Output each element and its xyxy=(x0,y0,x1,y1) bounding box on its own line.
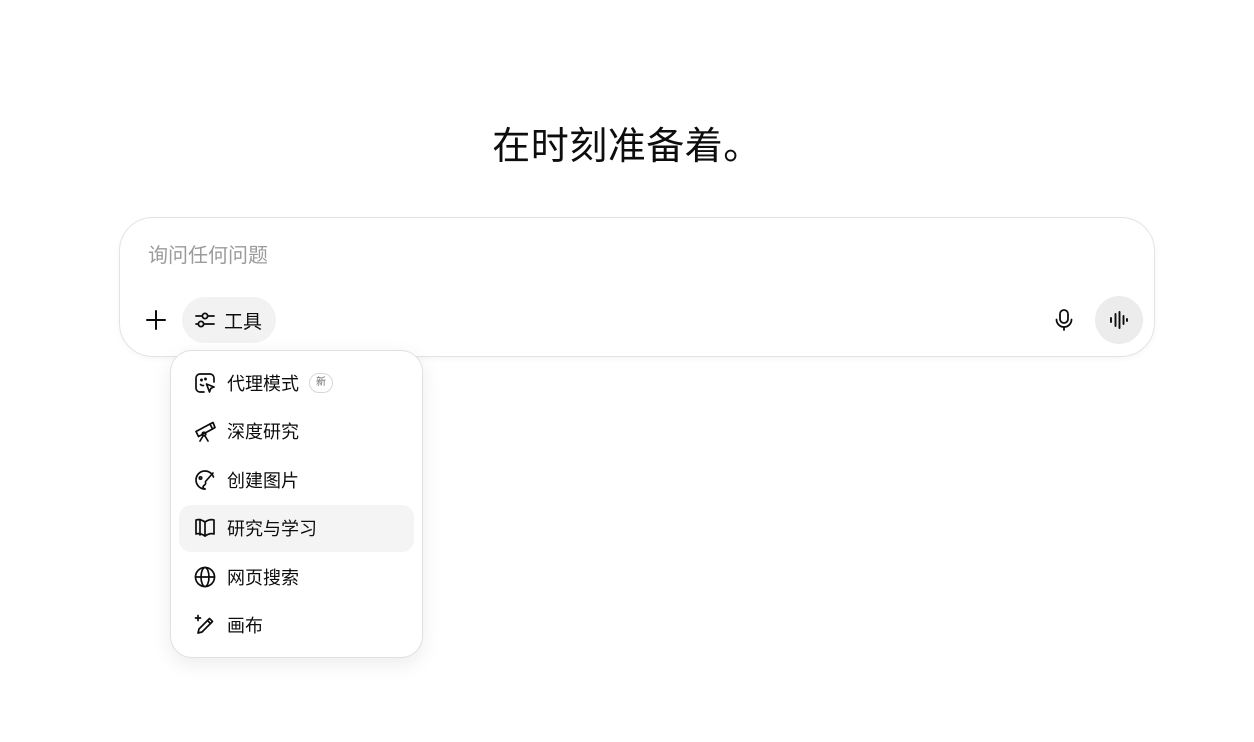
menu-item-deep-research[interactable]: 深度研究 xyxy=(179,408,414,455)
menu-item-agent-mode[interactable]: 代理模式 新 xyxy=(179,359,414,406)
menu-item-label: 画布 xyxy=(227,616,263,637)
agent-cursor-icon xyxy=(193,371,217,395)
add-attachment-button[interactable] xyxy=(136,298,176,342)
palette-icon xyxy=(193,468,217,492)
sparkle-pen-icon xyxy=(193,613,217,637)
menu-item-label: 代理模式 xyxy=(227,373,299,395)
prompt-input[interactable] xyxy=(148,238,1048,272)
menu-item-label: 研究与学习 xyxy=(227,519,317,540)
menu-item-study-and-learn[interactable]: 研究与学习 xyxy=(179,504,414,552)
plus-icon xyxy=(145,309,167,331)
waveform-icon xyxy=(1108,309,1130,331)
menu-item-create-image[interactable]: 创建图片 xyxy=(179,456,414,503)
tools-button[interactable]: 工具 xyxy=(182,297,277,343)
book-icon xyxy=(193,516,217,540)
menu-item-label: 创建图片 xyxy=(227,470,299,492)
menu-item-canvas[interactable]: 画布 xyxy=(179,602,414,649)
new-badge: 新 xyxy=(309,372,333,393)
menu-item-label: 网页搜索 xyxy=(227,567,299,589)
sliders-icon xyxy=(194,309,216,331)
prompt-composer: 工具 xyxy=(119,217,1155,357)
page-title: 在时刻准备着。 xyxy=(492,124,762,168)
tools-menu: 代理模式 新 深度研究 创建图片 研究与学习 网页搜索 画布 xyxy=(170,350,423,658)
tools-label: 工具 xyxy=(224,310,263,333)
menu-item-web-search[interactable]: 网页搜索 xyxy=(179,553,414,600)
page: 在时刻准备着。 工具 xyxy=(0,0,1254,742)
dictate-button[interactable] xyxy=(1042,298,1086,342)
telescope-icon xyxy=(193,419,217,443)
microphone-icon xyxy=(1053,308,1075,332)
menu-item-label: 深度研究 xyxy=(227,422,299,443)
globe-icon xyxy=(193,565,217,589)
voice-mode-button[interactable] xyxy=(1095,296,1143,344)
